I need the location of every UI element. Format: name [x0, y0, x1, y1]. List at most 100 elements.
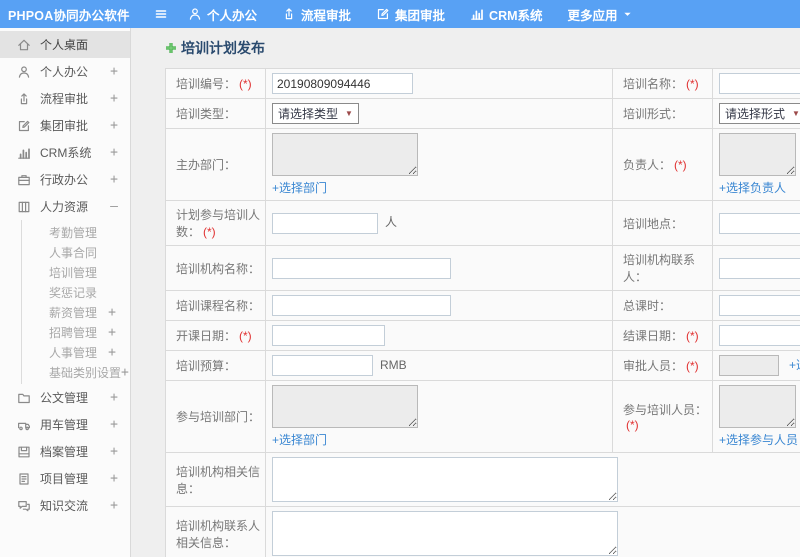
person-in-charge-label-text: 负责人：: [623, 158, 672, 172]
training-course-name-label: 培训课程名称：: [165, 290, 266, 321]
training-type-select[interactable]: 请选择类型 ▼: [272, 103, 359, 124]
sidebar-item-group-approval[interactable]: 集团审批 +: [0, 112, 130, 139]
sidebar-item-document-management[interactable]: 公文管理 +: [0, 384, 130, 411]
nav-workflow-approval[interactable]: 流程审批: [282, 5, 351, 24]
training-budget-input[interactable]: [272, 355, 373, 376]
training-location-input[interactable]: [719, 212, 800, 234]
user-icon: [188, 7, 202, 21]
sidebar-sublabel-recruitment-management: 招聘管理: [49, 325, 98, 340]
start-date-input[interactable]: [272, 325, 385, 346]
person-in-charge-picker-link[interactable]: +选择负责人: [719, 181, 786, 195]
training-org-contact-cell: [712, 245, 800, 291]
expand-icon: +: [110, 91, 118, 106]
sidebar-item-administrative-office[interactable]: 行政办公 +: [0, 166, 130, 193]
chat-icon: [17, 499, 31, 513]
approver-cell: +选择审批人员: [712, 350, 800, 381]
sidebar-subitem-recruitment-management[interactable]: 招聘管理 +: [22, 322, 130, 342]
user-icon: [17, 65, 31, 79]
training-org-info-textarea[interactable]: [272, 457, 618, 502]
chart-icon: [17, 146, 31, 160]
end-date-label-text: 结课日期：: [623, 329, 684, 343]
total-class-hours-input[interactable]: [719, 295, 800, 316]
nav-crm-system[interactable]: CRM系统: [470, 5, 543, 24]
training-course-name-input[interactable]: [272, 295, 451, 316]
sidebar-subitem-personnel-management[interactable]: 人事管理 +: [22, 342, 130, 362]
planned-participant-count-input[interactable]: [272, 212, 378, 234]
nav-label-crm-system: CRM系统: [489, 8, 543, 23]
person-in-charge-cell: +选择负责人: [712, 128, 800, 201]
training-location-label-text: 培训地点：: [623, 216, 684, 231]
required-mark: (*): [239, 329, 252, 343]
home-icon: [17, 38, 31, 52]
sidebar-item-archive-management[interactable]: 档案管理 +: [0, 438, 130, 465]
nav-more-apps[interactable]: 更多应用: [568, 5, 637, 24]
sidebar-item-personal-desktop[interactable]: 个人桌面: [0, 31, 130, 58]
expand-icon: +: [110, 471, 118, 486]
approver-picker-link[interactable]: +选择审批人员: [789, 358, 800, 372]
participating-staff-picker-link[interactable]: +选择参与人员: [719, 433, 798, 447]
expand-icon: +: [108, 344, 116, 360]
training-org-contact-info-textarea[interactable]: [272, 511, 618, 556]
required-mark: (*): [203, 225, 216, 239]
nav-group-approval[interactable]: 集团审批: [376, 5, 445, 24]
training-name-input[interactable]: [719, 73, 800, 94]
edit-icon: [376, 7, 390, 21]
host-department-picker-link[interactable]: +选择部门: [272, 181, 327, 195]
planned-participant-count-cell: 人: [265, 200, 613, 246]
person-in-charge-label: 负责人： (*): [612, 128, 713, 201]
training-type-select-value: 请选择类型: [278, 107, 339, 121]
form-row: 培训课程名称： 总课时：: [165, 290, 800, 321]
expand-icon: +: [121, 364, 129, 380]
expand-icon: +: [110, 444, 118, 459]
sidebar-item-workflow-approval[interactable]: 流程审批 +: [0, 85, 130, 112]
participating-departments-picker-link[interactable]: +选择部门: [272, 433, 327, 447]
participating-staff-label: 参与培训人员：(*): [612, 380, 713, 453]
training-form-cell: 请选择形式 ▼: [712, 98, 800, 129]
approver-input[interactable]: [719, 355, 779, 376]
sidebar-subitem-attendance-management[interactable]: 考勤管理: [22, 222, 130, 242]
sidebar-label-vehicle-management: 用车管理: [40, 418, 89, 432]
person-in-charge-textarea[interactable]: [719, 133, 796, 176]
training-no-input[interactable]: [272, 73, 413, 94]
training-form-select-value: 请选择形式: [725, 107, 786, 121]
participating-staff-textarea[interactable]: [719, 385, 796, 428]
sidebar-subitem-salary-management[interactable]: 薪资管理 +: [22, 302, 130, 322]
form-row: 培训类型： 请选择类型 ▼ 培训形式： 请选择形式 ▼: [165, 98, 800, 129]
sidebar-subitem-reward-punishment-records[interactable]: 奖惩记录: [22, 282, 130, 302]
nav-label-personal-office: 个人办公: [207, 8, 258, 23]
hamburger-icon: [154, 7, 168, 21]
training-org-info-label: 培训机构相关信息：: [165, 452, 266, 507]
training-form-select[interactable]: 请选择形式 ▼: [719, 103, 800, 124]
sidebar-subitem-training-management[interactable]: 培训管理: [22, 262, 130, 282]
training-name-label-text: 培训名称：: [623, 77, 684, 91]
host-department-textarea[interactable]: [272, 133, 418, 176]
expand-icon: +: [110, 390, 118, 405]
start-date-label-text: 开课日期：: [176, 329, 237, 343]
planned-participant-count-label-text: 计划参与培训人数：: [176, 208, 261, 239]
sidebar-label-workflow-approval: 流程审批: [40, 92, 89, 106]
training-org-contact-input[interactable]: [719, 257, 800, 279]
sidebar-sublabel-salary-management: 薪资管理: [49, 305, 98, 320]
host-department-cell: +选择部门: [265, 128, 613, 201]
sidebar-item-vehicle-management[interactable]: 用车管理 +: [0, 411, 130, 438]
sidebar-item-crm-system[interactable]: CRM系统 +: [0, 139, 130, 166]
end-date-input[interactable]: [719, 325, 800, 346]
sidebar-item-project-management[interactable]: 项目管理 +: [0, 465, 130, 492]
sidebar-item-knowledge-exchange[interactable]: 知识交流 +: [0, 492, 130, 519]
nav-personal-office[interactable]: 个人办公: [188, 5, 257, 24]
expand-icon: +: [110, 498, 118, 513]
sidebar-item-human-resources[interactable]: 人力资源 –: [0, 193, 130, 220]
chart-icon: [470, 7, 484, 21]
menu-toggle-button[interactable]: [154, 7, 168, 21]
participating-departments-textarea[interactable]: [272, 385, 418, 428]
sidebar-item-personal-office[interactable]: 个人办公 +: [0, 58, 130, 85]
start-date-label: 开课日期： (*): [165, 320, 266, 351]
sidebar-subitem-personnel-contract[interactable]: 人事合同: [22, 242, 130, 262]
sidebar-label-crm-system: CRM系统: [40, 146, 92, 160]
participating-departments-label: 参与培训部门：: [165, 380, 266, 453]
sidebar-subitem-basic-category-settings[interactable]: 基础类别设置 +: [22, 362, 130, 382]
form-row: 开课日期： (*) 结课日期： (*): [165, 320, 800, 351]
training-org-name-input[interactable]: [272, 257, 451, 279]
sidebar-sublabel-basic-category-settings: 基础类别设置: [49, 365, 122, 380]
total-class-hours-label: 总课时：: [612, 290, 713, 321]
